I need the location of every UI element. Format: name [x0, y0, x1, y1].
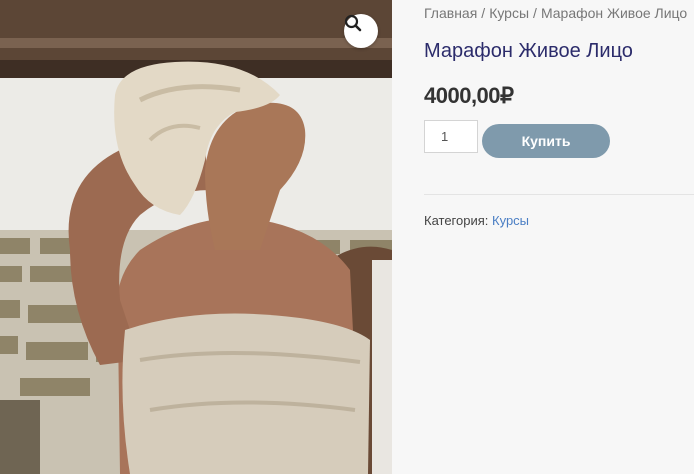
- quantity-input[interactable]: [424, 120, 478, 153]
- breadcrumb-separator: /: [481, 5, 486, 21]
- breadcrumb-courses-link[interactable]: Курсы: [489, 5, 529, 21]
- product-price: 4000,00₽: [424, 83, 514, 108]
- category-link[interactable]: Курсы: [492, 213, 529, 228]
- product-image-gallery: [0, 0, 392, 474]
- product-category: Категория: Курсы: [424, 213, 529, 228]
- category-label: Категория:: [424, 213, 489, 228]
- buy-button[interactable]: Купить: [482, 124, 610, 158]
- product-photo: [0, 0, 392, 474]
- breadcrumb-home-link[interactable]: Главная: [424, 5, 477, 21]
- zoom-button[interactable]: [344, 14, 378, 48]
- magnifier-icon: [344, 14, 362, 32]
- breadcrumb-current: Марафон Живое Лицо: [540, 5, 688, 21]
- divider: [424, 194, 694, 195]
- product-title: Марафон Живое Лицо: [424, 40, 633, 62]
- breadcrumb: Главная / Курсы / Марафон Живое Лицо: [424, 5, 687, 21]
- breadcrumb-separator: /: [533, 5, 537, 21]
- product-summary: Главная / Курсы / Марафон Живое Лицо Марафон…: [424, 0, 694, 474]
